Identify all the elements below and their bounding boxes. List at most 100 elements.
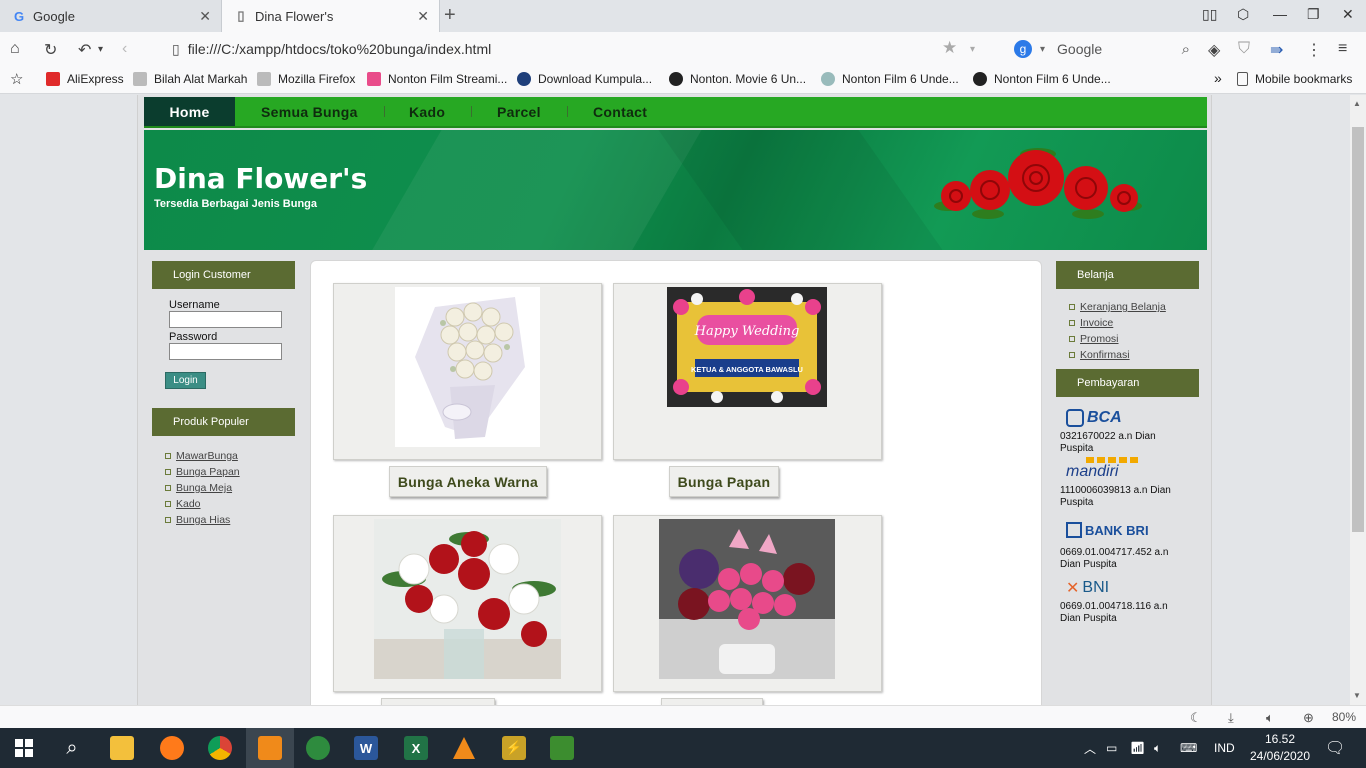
close-icon[interactable]: ✕ xyxy=(417,8,429,25)
taskbar-explorer[interactable] xyxy=(98,728,146,768)
taskbar-app-globe[interactable] xyxy=(294,728,342,768)
product-button[interactable]: Bunga Papan xyxy=(669,466,779,497)
bookmark-nonton-film-2[interactable]: Nonton Film 6 Unde... xyxy=(973,72,1111,86)
popular-link[interactable]: MawarBunga xyxy=(176,450,238,462)
scrollbar-thumb[interactable] xyxy=(1352,127,1364,532)
search-engine-icon: g xyxy=(1014,40,1032,58)
scroll-up-icon[interactable]: ▲ xyxy=(1353,99,1361,108)
popular-heading: Produk Populer xyxy=(152,408,295,436)
menu-kado[interactable]: Kado xyxy=(409,97,445,126)
taskbar-word[interactable]: W xyxy=(342,728,390,768)
username-input[interactable] xyxy=(169,311,282,328)
tab-dina-flowers[interactable]: ▯ Dina Flower's ✕ xyxy=(222,0,440,32)
bullet-icon xyxy=(165,469,171,475)
password-input[interactable] xyxy=(169,343,282,360)
taskbar-excel[interactable]: X xyxy=(392,728,440,768)
extension-icon[interactable]: ⬡ xyxy=(1237,6,1249,23)
new-tab-icon[interactable]: + xyxy=(444,4,456,27)
taskbar-tool[interactable]: ⚡ xyxy=(490,728,538,768)
search-button[interactable]: ⌕ xyxy=(48,728,96,768)
taskbar-uc-browser[interactable] xyxy=(246,728,294,768)
send-icon[interactable]: ⇛ xyxy=(1270,40,1283,60)
promo-link[interactable]: Promosi xyxy=(1080,333,1119,345)
menu-contact[interactable]: Contact xyxy=(593,97,647,126)
download-icon[interactable]: ⤓ xyxy=(1228,710,1234,726)
bookmark-folder-markah[interactable]: Bilah Alat Markah xyxy=(133,72,247,86)
vertical-scrollbar[interactable]: ▲ ▼ xyxy=(1350,95,1366,705)
home-icon[interactable]: ⌂ xyxy=(10,40,20,58)
bookmark-label: Nonton Film 6 Unde... xyxy=(842,72,959,86)
product-button[interactable]: Bunga Aneka Warna xyxy=(389,466,547,497)
header-banner: Dina Flower's Tersedia Berbagai Jenis Bu… xyxy=(144,130,1207,250)
product-card[interactable] xyxy=(333,515,602,692)
menu-semua-bunga[interactable]: Semua Bunga xyxy=(261,97,358,126)
search-box[interactable]: g ▾ Google ⌕ xyxy=(1004,36,1190,62)
popular-link[interactable]: Bunga Papan xyxy=(176,466,240,478)
product-card[interactable] xyxy=(613,515,882,692)
battery-icon[interactable]: ▭ xyxy=(1106,728,1117,768)
zoom-level[interactable]: 80% xyxy=(1332,710,1356,724)
product-card[interactable] xyxy=(333,283,602,460)
mobile-bookmarks[interactable]: Mobile bookmarks xyxy=(1237,72,1352,86)
language-indicator[interactable]: IND xyxy=(1214,728,1235,768)
bookmark-star-icon[interactable]: ★ xyxy=(942,38,957,58)
product-card[interactable]: Happy Wedding KETUA & ANGGOTA BAWASLU xyxy=(613,283,882,460)
bookmark-aliexpress[interactable]: AliExpress xyxy=(46,72,124,86)
menu-parcel[interactable]: Parcel xyxy=(497,97,541,126)
taskbar-chrome[interactable] xyxy=(196,728,244,768)
keyboard-icon[interactable]: ⌨ xyxy=(1180,728,1197,768)
browser-icon xyxy=(258,736,282,760)
taskbar-chart-app[interactable] xyxy=(538,728,586,768)
volume-icon[interactable]: 🔈︎ xyxy=(1266,710,1274,726)
menu-icon[interactable]: ≡ xyxy=(1338,40,1347,58)
menu-home[interactable]: Home xyxy=(144,97,235,126)
popular-link[interactable]: Kado xyxy=(176,498,201,510)
invoice-link[interactable]: Invoice xyxy=(1080,317,1113,329)
close-icon[interactable]: ✕ xyxy=(199,8,211,25)
list-item: Konfirmasi xyxy=(1069,347,1199,363)
clock[interactable]: 16.52 24/06/2020 xyxy=(1248,731,1312,765)
show-hidden-icons[interactable]: ︿ xyxy=(1084,728,1096,768)
popular-link[interactable]: Bunga Hias xyxy=(176,514,230,526)
scroll-down-icon[interactable]: ▼ xyxy=(1353,691,1361,700)
address-bar[interactable]: ▯ file:///C:/xampp/htdocs/toko%20bunga/i… xyxy=(158,36,994,62)
more-icon[interactable]: ⋮ xyxy=(1306,40,1322,60)
taskbar-vlc[interactable] xyxy=(440,728,488,768)
payment-list: BCA 0321670022 a.n Dian Puspita mandiri … xyxy=(1056,397,1199,625)
bookmarks-star-icon[interactable]: ☆ xyxy=(10,70,23,88)
cart-link[interactable]: Keranjang Belanja xyxy=(1080,301,1166,313)
minimize-icon[interactable]: — xyxy=(1273,6,1287,22)
bookmark-nonton-movie[interactable]: Nonton. Movie 6 Un... xyxy=(669,72,806,86)
search-icon[interactable]: ⌕ xyxy=(1182,41,1190,58)
login-button[interactable]: Login xyxy=(165,372,206,389)
taskbar-firefox[interactable] xyxy=(148,728,196,768)
chevron-down-icon[interactable]: ▾ xyxy=(98,44,103,55)
tab-google[interactable]: G Google ✕ xyxy=(0,0,222,32)
bookmark-nonton-streaming[interactable]: Nonton Film Streami... xyxy=(367,72,507,86)
product-button[interactable] xyxy=(661,698,763,705)
bookmarks-overflow-icon[interactable]: » xyxy=(1214,70,1222,86)
reload-icon[interactable]: ↻ xyxy=(44,40,57,60)
start-button[interactable] xyxy=(0,728,48,768)
menu-divider xyxy=(384,106,385,117)
popular-link[interactable]: Bunga Meja xyxy=(176,482,232,494)
restore-icon[interactable]: ❐ xyxy=(1307,6,1320,23)
bookmark-folder-firefox[interactable]: Mozilla Firefox xyxy=(257,72,355,86)
chevron-down-icon[interactable]: ▾ xyxy=(970,44,975,55)
xxi-icon xyxy=(669,72,683,86)
notifications-icon[interactable]: 🗨︎ xyxy=(1325,728,1345,768)
shield-icon[interactable]: ⛉ xyxy=(1238,40,1250,58)
box-icon[interactable]: ◈ xyxy=(1208,40,1220,60)
product-button[interactable] xyxy=(381,698,495,705)
back-icon[interactable]: ‹ xyxy=(122,40,127,58)
night-mode-icon[interactable]: ☾ xyxy=(1190,710,1202,726)
undo-icon[interactable]: ↶ xyxy=(78,40,91,60)
close-window-icon[interactable]: ✕ xyxy=(1342,6,1354,23)
wifi-icon[interactable]: 📶︎ xyxy=(1130,728,1145,768)
zoom-in-icon[interactable]: ⊕ xyxy=(1303,710,1314,726)
bookmark-download[interactable]: Download Kumpula... xyxy=(517,72,652,86)
speaker-icon[interactable]: 🔈︎ xyxy=(1154,728,1161,768)
confirm-link[interactable]: Konfirmasi xyxy=(1080,349,1130,361)
tab-list-icon[interactable]: ▯▯ xyxy=(1202,6,1217,23)
bookmark-nonton-film-1[interactable]: Nonton Film 6 Unde... xyxy=(821,72,959,86)
